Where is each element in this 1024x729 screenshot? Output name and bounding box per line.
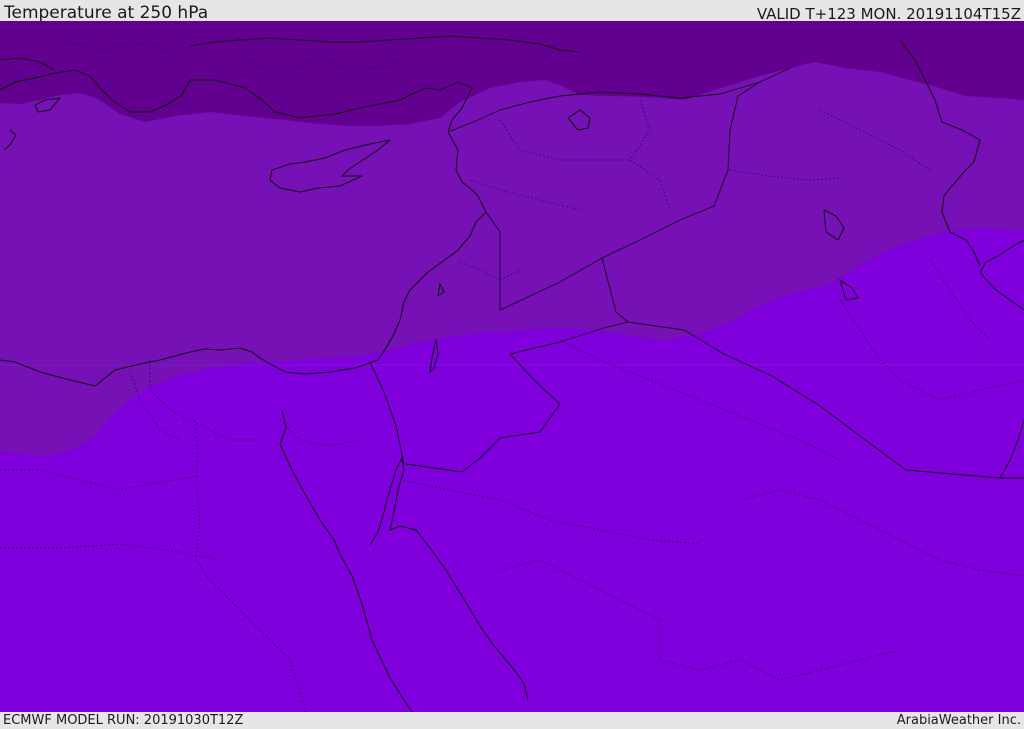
credit-label: ArabiaWeather Inc. <box>896 713 1021 728</box>
map-canvas <box>0 21 1024 712</box>
footer-bar: ECMWF MODEL RUN: 20191030T12Z ArabiaWeat… <box>0 712 1024 729</box>
model-run-label: ECMWF MODEL RUN: 20191030T12Z <box>3 713 244 728</box>
weather-map-page: Temperature at 250 hPa VALID T+123 MON. … <box>0 0 1024 729</box>
temperature-map[interactable] <box>0 21 1024 712</box>
header-bar: Temperature at 250 hPa VALID T+123 MON. … <box>0 0 1024 23</box>
